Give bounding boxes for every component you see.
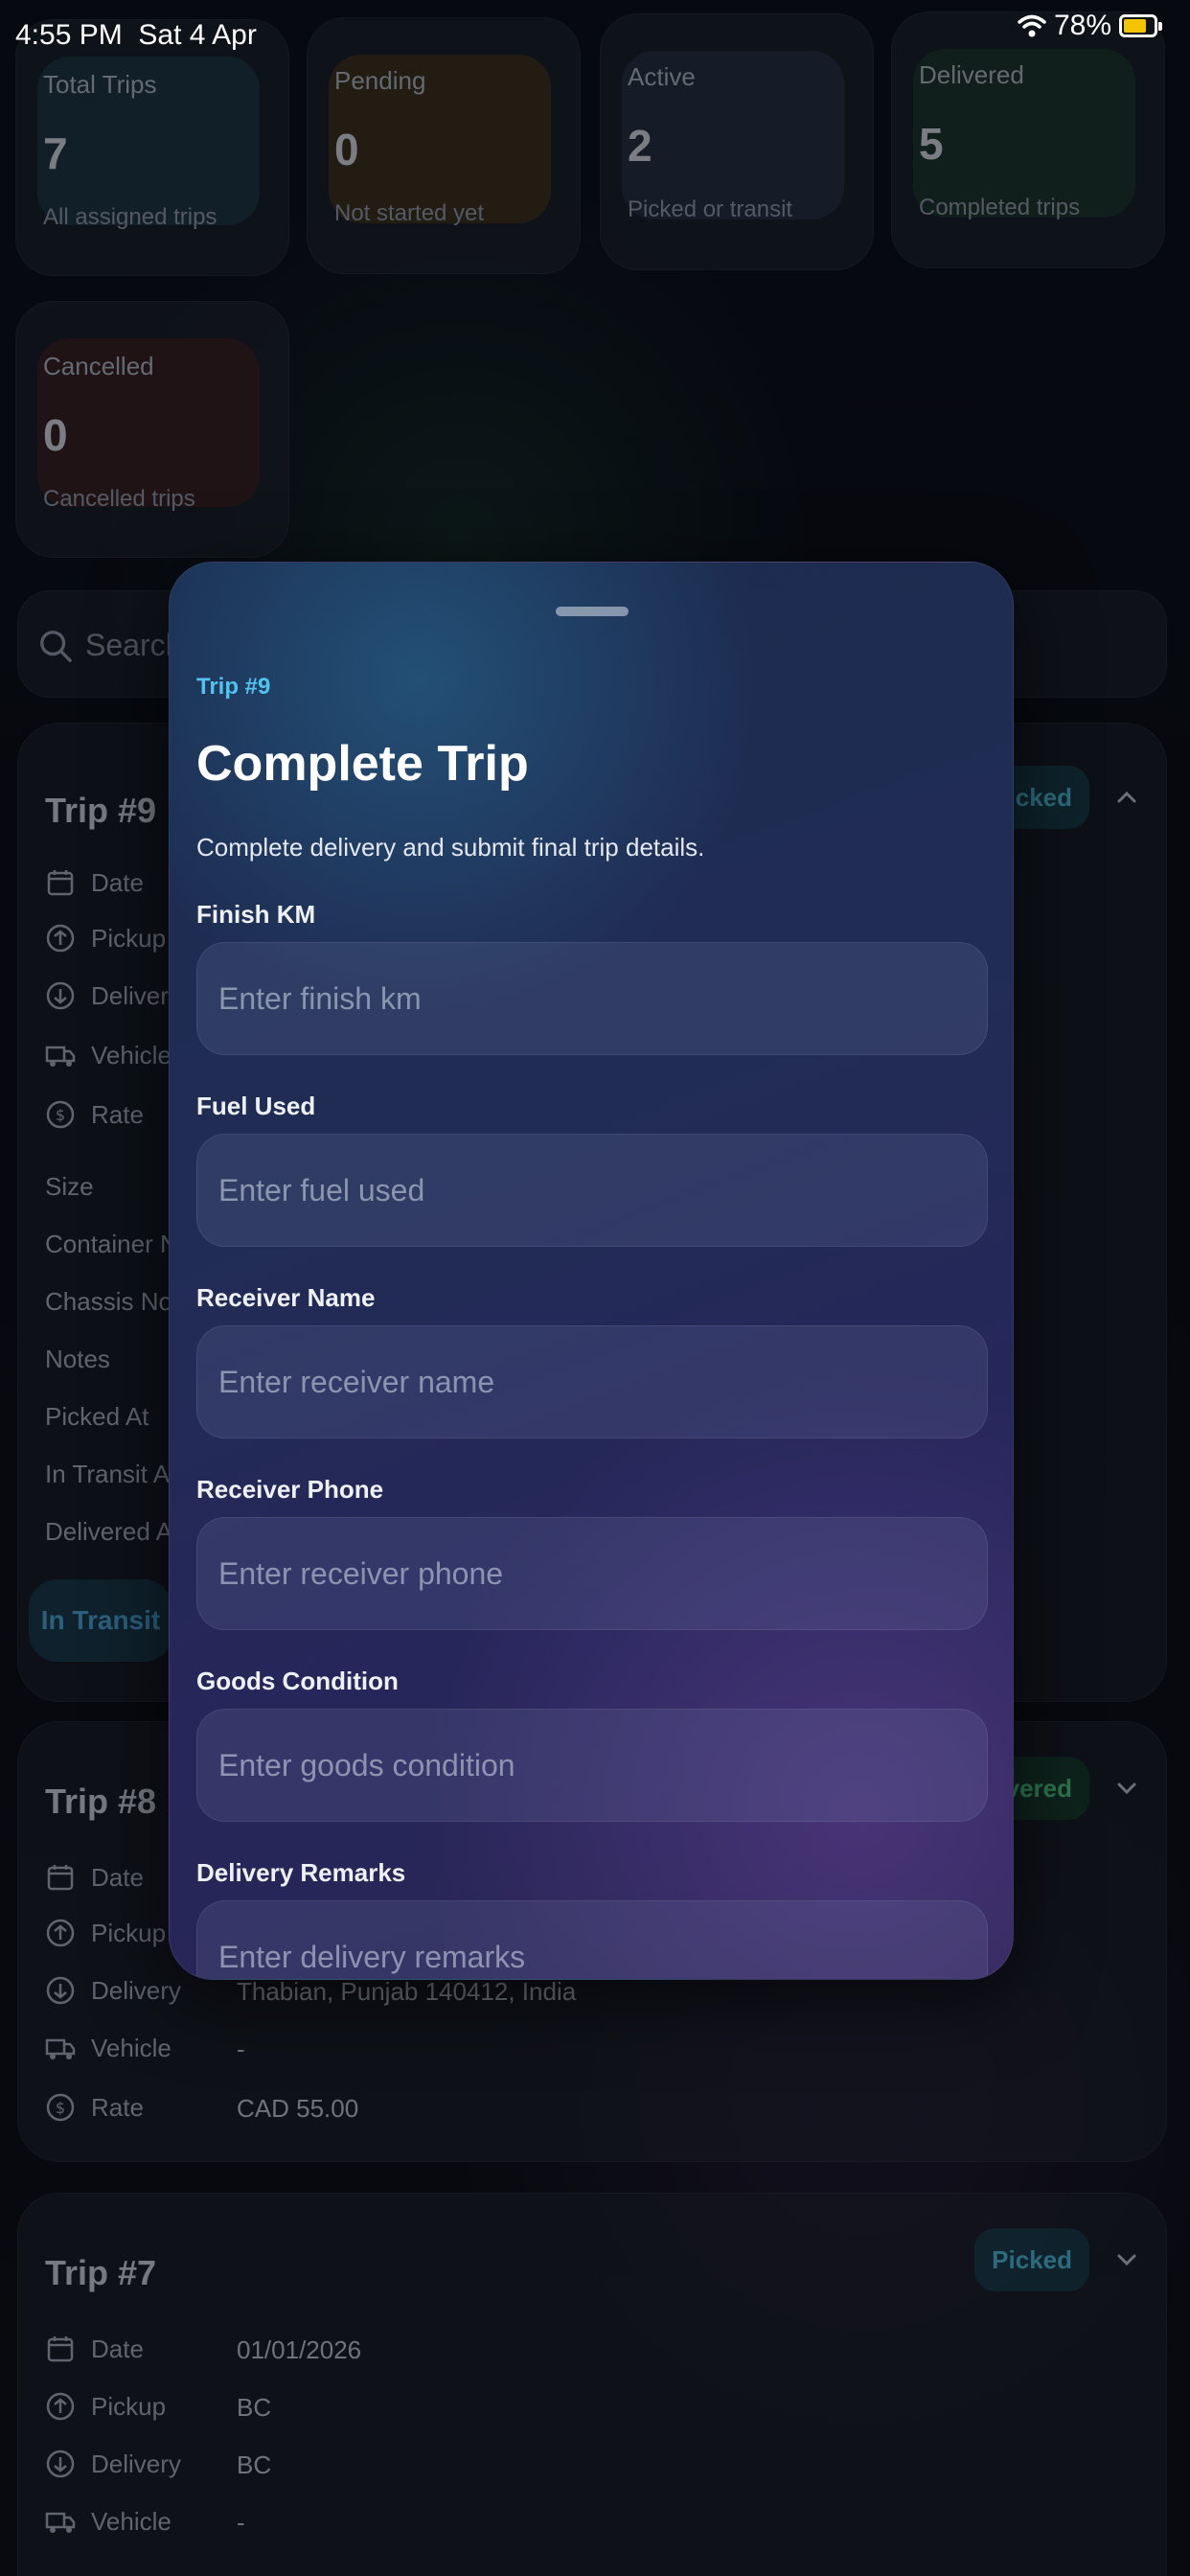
delivery-remarks-label: Delivery Remarks — [196, 1858, 406, 1887]
sheet-trip-label: Trip #9 — [196, 674, 271, 700]
receiver-phone-input[interactable] — [196, 1517, 988, 1630]
status-date: Sat 4 Apr — [138, 19, 257, 51]
complete-trip-sheet: Trip #9 Complete Trip Complete delivery … — [169, 562, 1014, 1980]
sheet-grabber[interactable] — [556, 607, 629, 616]
battery-fill — [1124, 19, 1147, 33]
sheet-subtitle: Complete delivery and submit final trip … — [196, 833, 705, 862]
status-clock: 4:55 PM — [15, 19, 123, 51]
status-time: 4:55 PM Sat 4 Apr — [15, 19, 257, 52]
goods-condition-label: Goods Condition — [196, 1667, 399, 1695]
receiver-name-input[interactable] — [196, 1325, 988, 1438]
sheet-title: Complete Trip — [196, 736, 529, 792]
fuel-used-input[interactable] — [196, 1134, 988, 1247]
finish-km-input[interactable] — [196, 942, 988, 1055]
delivery-remarks-input[interactable] — [196, 1900, 988, 1979]
wifi-icon — [1018, 14, 1046, 37]
battery-icon — [1119, 14, 1162, 37]
battery-percent: 78% — [1053, 10, 1111, 41]
status-bar: 4:55 PM Sat 4 Apr 78% — [0, 0, 1190, 71]
finish-km-label: Finish KM — [196, 900, 316, 929]
receiver-name-label: Receiver Name — [196, 1283, 376, 1312]
fuel-used-label: Fuel Used — [196, 1092, 316, 1120]
receiver-phone-label: Receiver Phone — [196, 1475, 384, 1504]
goods-condition-input[interactable] — [196, 1709, 988, 1822]
status-right: 78% — [1018, 10, 1162, 42]
